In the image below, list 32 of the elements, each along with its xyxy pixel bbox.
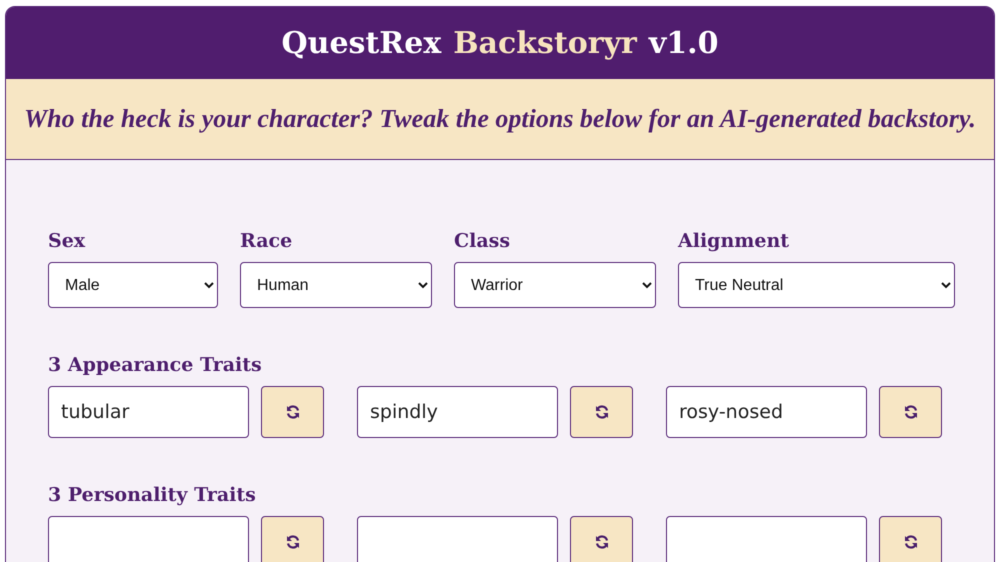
refresh-icon xyxy=(284,404,300,420)
refresh-button[interactable] xyxy=(570,516,633,562)
refresh-icon xyxy=(284,534,300,550)
trait-input[interactable]: tubular xyxy=(48,386,249,438)
field-label: Race xyxy=(240,230,292,252)
refresh-button[interactable] xyxy=(879,516,942,562)
refresh-button[interactable] xyxy=(261,516,324,562)
refresh-button[interactable] xyxy=(879,386,942,438)
dropdown[interactable]: True Neutral xyxy=(678,262,955,308)
dropdown[interactable]: Male xyxy=(48,262,218,308)
field-label: Sex xyxy=(48,230,86,252)
title-word: Backstoryr xyxy=(453,26,637,60)
title-word: QuestRex xyxy=(282,26,442,60)
dropdown[interactable]: Human xyxy=(240,262,432,308)
trait-input[interactable] xyxy=(357,516,558,562)
tagline-text: Who the heck is your character? Tweak the options below for an AI-generated backstory. xyxy=(24,104,976,134)
refresh-icon xyxy=(902,534,918,550)
refresh-icon xyxy=(902,404,918,420)
trait-input[interactable] xyxy=(666,516,867,562)
title-word: v1.0 xyxy=(648,26,718,60)
refresh-icon xyxy=(594,404,610,420)
refresh-icon xyxy=(594,534,610,550)
section-label: 3 Personality Traits xyxy=(48,484,256,506)
field-label: Class xyxy=(454,230,510,252)
dropdown[interactable]: Warrior xyxy=(454,262,656,308)
section-label: 3 Appearance Traits xyxy=(48,354,262,376)
refresh-button[interactable] xyxy=(261,386,324,438)
field-label: Alignment xyxy=(678,230,790,252)
trait-input[interactable]: rosy-nosed xyxy=(666,386,867,438)
refresh-button[interactable] xyxy=(570,386,633,438)
trait-input[interactable] xyxy=(48,516,249,562)
trait-input[interactable]: spindly xyxy=(357,386,558,438)
